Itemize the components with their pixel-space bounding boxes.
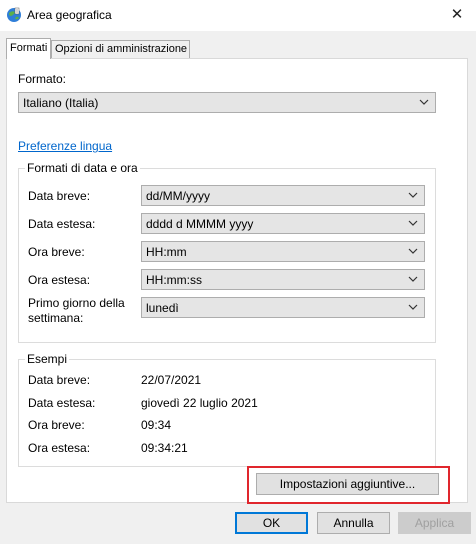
first-day-value: lunedì <box>146 301 179 315</box>
example-short-time-value: 09:34 <box>141 418 172 432</box>
chevron-down-icon <box>419 99 429 105</box>
first-day-label-line1: Primo giorno della <box>28 296 125 310</box>
date-time-formats-group: Formati di data e ora Data breve: dd/MM/… <box>18 161 436 343</box>
long-date-select[interactable]: dddd d MMMM yyyy <box>141 213 425 234</box>
chevron-down-icon <box>408 304 418 310</box>
format-select[interactable]: Italiano (Italia) <box>18 92 436 113</box>
apply-button[interactable]: Applica <box>398 512 471 534</box>
language-preferences-link[interactable]: Preferenze lingua <box>18 139 112 153</box>
examples-group: Esempi Data breve: 22/07/2021 Data estes… <box>18 352 436 467</box>
long-date-label: Data estesa: <box>28 217 96 231</box>
example-long-time-value: 09:34:21 <box>141 441 188 455</box>
chevron-down-icon <box>408 192 418 198</box>
tab-panel: Formato: Italiano (Italia) Preferenze li… <box>6 58 468 504</box>
format-value: Italiano (Italia) <box>23 96 99 110</box>
ok-button[interactable]: OK <box>235 512 308 534</box>
cancel-button[interactable]: Annulla <box>317 512 390 534</box>
chevron-down-icon <box>408 248 418 254</box>
title-bar: Area geografica ✕ <box>0 0 476 31</box>
chevron-down-icon <box>408 276 418 282</box>
example-short-date-value: 22/07/2021 <box>141 373 202 387</box>
example-long-date-value: giovedì 22 luglio 2021 <box>141 396 258 410</box>
tab-opzioni-amministrazione[interactable]: Opzioni di amministrazione <box>51 40 190 58</box>
example-long-time-label: Ora estesa: <box>28 441 91 455</box>
long-time-value: HH:mm:ss <box>146 273 202 287</box>
examples-title: Esempi <box>25 352 70 366</box>
long-time-select[interactable]: HH:mm:ss <box>141 269 425 290</box>
long-date-value: dddd d MMMM yyyy <box>146 217 254 231</box>
short-date-value: dd/MM/yyyy <box>146 189 211 203</box>
first-day-label-line2: settimana: <box>28 311 84 325</box>
example-long-date-label: Data estesa: <box>28 396 96 410</box>
short-date-label: Data breve: <box>28 189 91 203</box>
first-day-select[interactable]: lunedì <box>141 297 425 318</box>
globe-icon <box>6 7 22 23</box>
chevron-down-icon <box>408 220 418 226</box>
format-label: Formato: <box>18 72 67 86</box>
short-time-select[interactable]: HH:mm <box>141 241 425 262</box>
tab-formati[interactable]: Formati <box>6 38 51 59</box>
example-short-time-label: Ora breve: <box>28 418 85 432</box>
example-short-date-label: Data breve: <box>28 373 91 387</box>
date-time-formats-title: Formati di data e ora <box>25 161 140 175</box>
close-icon[interactable]: ✕ <box>446 5 468 25</box>
long-time-label: Ora estesa: <box>28 273 91 287</box>
short-time-label: Ora breve: <box>28 245 85 259</box>
window-title: Area geografica <box>27 8 112 22</box>
additional-settings-button[interactable]: Impostazioni aggiuntive... <box>256 473 439 495</box>
short-time-value: HH:mm <box>146 245 187 259</box>
short-date-select[interactable]: dd/MM/yyyy <box>141 185 425 206</box>
